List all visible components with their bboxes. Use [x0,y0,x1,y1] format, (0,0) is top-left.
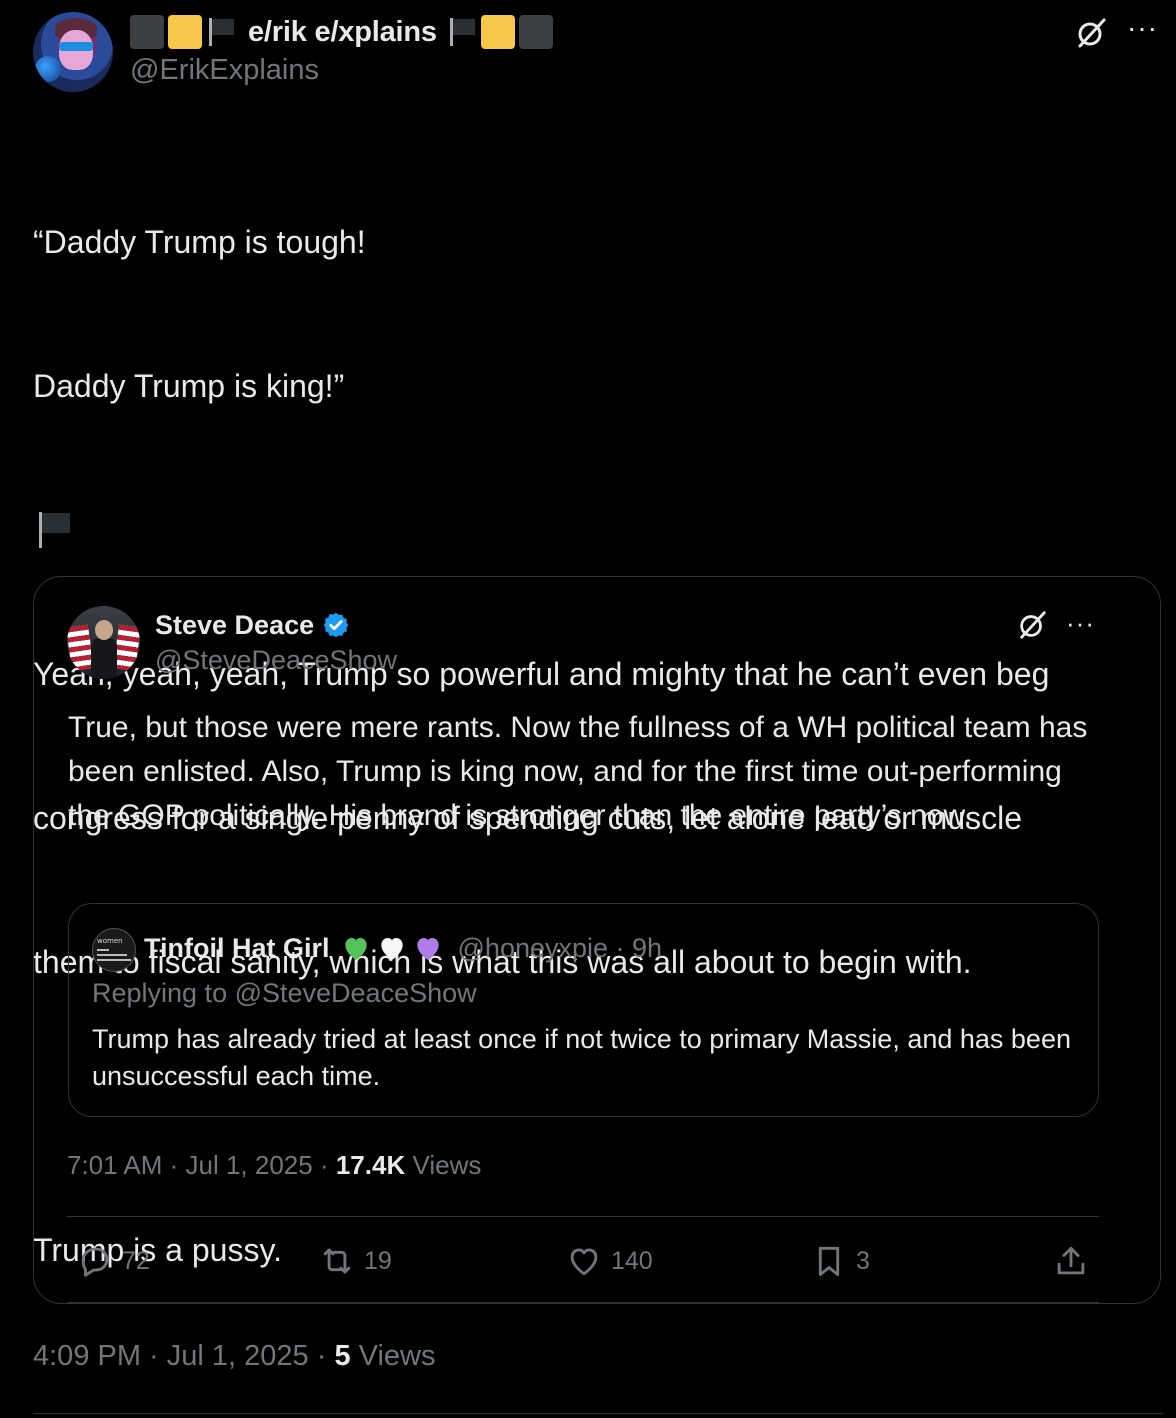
dark-square-emoji-icon [130,15,164,49]
avatar-line [97,949,109,951]
author-display-name[interactable]: e/rik e/xplains [248,16,437,49]
black-flag-emoji-icon [36,510,72,555]
us-flag-icon [67,624,94,672]
tweet-meta: 4:09 PM · Jul 1, 2025 · 5 Views [33,1340,436,1372]
tweet-line: Daddy Trump is king!” [33,368,345,404]
tweet-views-count: 5 [334,1340,351,1372]
yellow-square-emoji-icon [480,15,515,49]
grok-icon[interactable] [1016,609,1048,646]
avatar-globe [35,56,61,82]
black-flag-icon [447,16,477,48]
quoted-time[interactable]: 7:01 AM [67,1150,162,1180]
nested-author-handle[interactable]: @honeyxpie · 9h [458,933,663,964]
tweet-time[interactable]: 4:09 PM [33,1340,141,1372]
repost-count: 19 [364,1246,392,1275]
nested-author-avatar[interactable]: women [92,928,136,972]
avatar-text: women [97,937,123,945]
tweet-views-label: Views [358,1340,436,1372]
bookmark-button[interactable]: 3 [810,1238,870,1284]
tweet-date[interactable]: Jul 1, 2025 [167,1340,309,1372]
yellow-square-emoji-icon [168,15,202,49]
nested-author-row[interactable]: Tinfoil Hat Girl @honeyxpie · 9h [144,928,662,968]
divider [33,1413,1163,1414]
dark-square-emoji-icon [518,15,553,49]
replying-to-label: Replying to @SteveDeaceShow [92,978,477,1008]
green-heart-icon [344,938,367,960]
avatar-line [97,959,131,961]
avatar-line [97,954,127,956]
author-avatar[interactable] [33,12,113,92]
grok-icon[interactable] [1074,16,1108,55]
quoted-views-count: 17.4K [335,1150,406,1180]
purple-heart-icon [416,938,439,960]
author-name-row[interactable]: e/rik e/xplains [130,12,553,52]
bookmark-icon [818,1246,840,1276]
bookmark-count: 3 [856,1246,870,1275]
quoted-tweet-text: True, but those were mere rants. Now the… [68,711,1088,832]
white-heart-icon [380,938,403,960]
quoted-author-handle[interactable]: @SteveDeaceShow [155,645,397,676]
share-icon [1057,1246,1085,1275]
quoted-author-avatar[interactable] [67,606,140,679]
more-options-icon[interactable]: ··· [1066,608,1095,639]
avatar-head [95,620,113,640]
quoted-views-label: Views [412,1150,482,1180]
quoted-tweet-meta: 7:01 AM · Jul 1, 2025 · 17.4K Views [67,1150,482,1180]
verified-badge-icon [323,612,349,638]
quoted-date[interactable]: Jul 1, 2025 [186,1150,313,1180]
divider [67,1216,1099,1217]
reply-icon [81,1247,109,1277]
reply-count: 72 [122,1246,150,1275]
repost-icon [323,1248,351,1274]
black-flag-icon [206,16,236,48]
repost-button[interactable]: 19 [318,1238,392,1284]
more-options-icon[interactable]: ··· [1127,12,1158,44]
like-count: 140 [611,1246,653,1275]
quoted-author-display-name[interactable]: Steve Deace [155,610,314,641]
nested-author-display-name[interactable]: Tinfoil Hat Girl [144,933,330,964]
divider [67,1302,1099,1303]
author-handle[interactable]: @ErikExplains [130,54,319,87]
reply-button[interactable]: 72 [76,1238,150,1284]
share-button[interactable] [1052,1238,1090,1284]
heart-icon [570,1248,598,1276]
nested-quote-text: Trump has already tried at least once if… [92,1024,1071,1091]
avatar-glasses [59,42,93,51]
tweet-line: “Daddy Trump is tough! [33,224,366,260]
avatar-body [91,638,117,679]
like-button[interactable]: 140 [565,1238,653,1284]
quoted-author-name-row[interactable]: Steve Deace [155,606,350,644]
